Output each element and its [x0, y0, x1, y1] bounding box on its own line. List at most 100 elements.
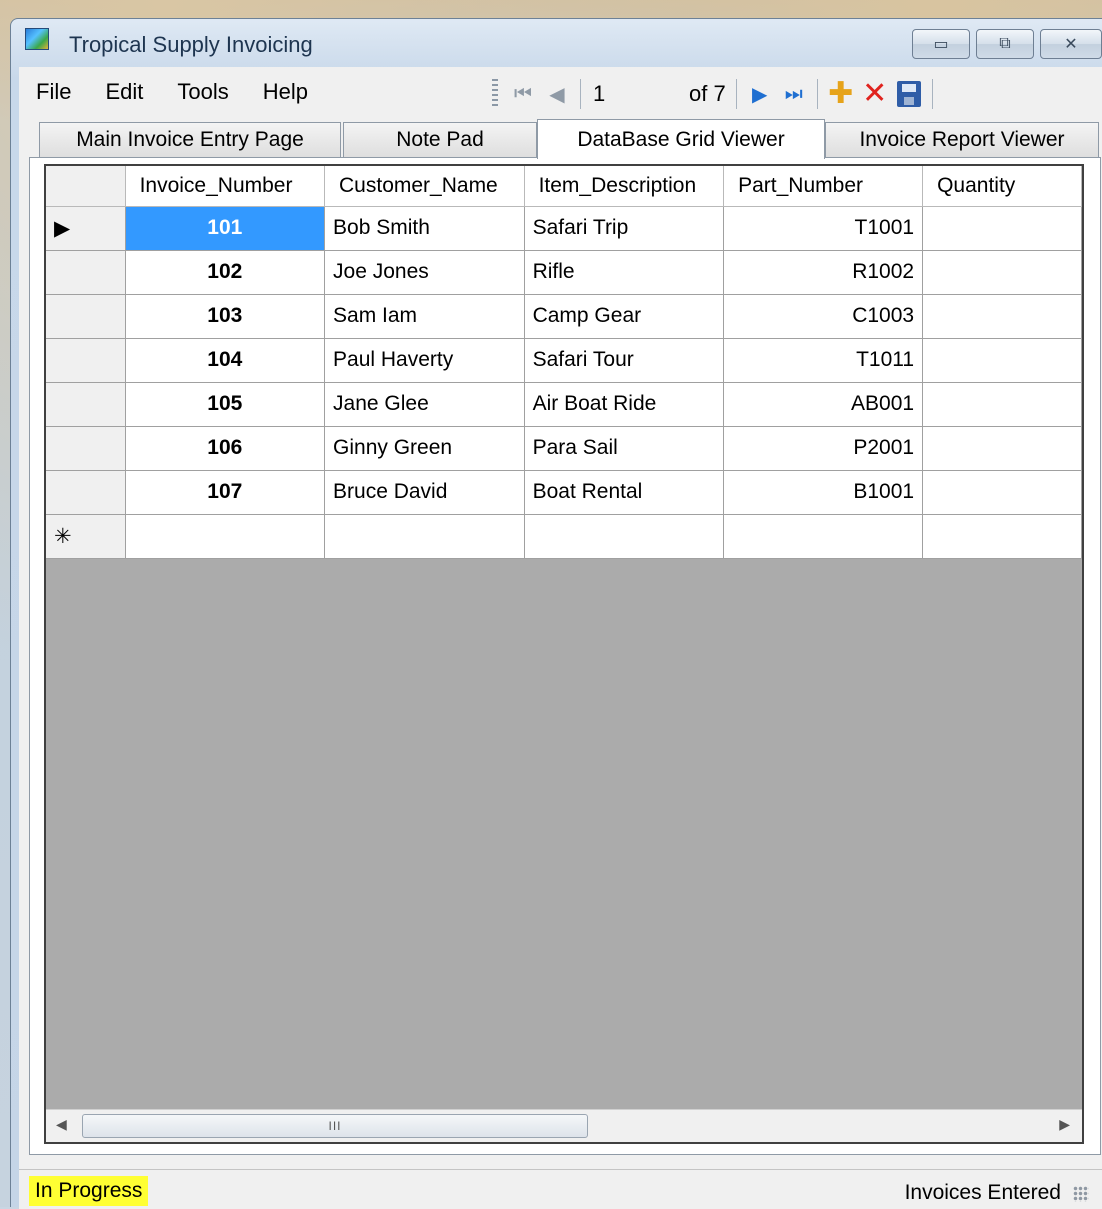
cell-part-number[interactable]: T1001 — [723, 206, 924, 251]
cell-customer-name[interactable]: Joe Jones — [324, 250, 525, 295]
column-header-invoice-number[interactable]: Invoice_Number — [125, 166, 326, 207]
column-header-quantity[interactable]: Quantity — [922, 166, 1082, 207]
table-row[interactable]: ▶ 101 Bob Smith Safari Trip T1001 — [46, 206, 1082, 251]
table-row[interactable]: 106 Ginny Green Para Sail P2001 — [46, 426, 1082, 471]
grid-header-row: Invoice_Number Customer_Name Item_Descri… — [46, 166, 1082, 207]
invoice-data-grid[interactable]: Invoice_Number Customer_Name Item_Descri… — [44, 164, 1084, 1144]
cell-quantity[interactable] — [922, 382, 1082, 427]
status-invoices-entered: Invoices Entered — [904, 1181, 1061, 1204]
status-in-progress: In Progress — [29, 1176, 149, 1206]
move-previous-button[interactable]: ◀ — [540, 77, 574, 111]
row-header[interactable] — [46, 426, 126, 471]
row-header[interactable] — [46, 250, 126, 295]
toolbar-separator — [931, 79, 933, 109]
delete-button[interactable]: ✕ — [858, 77, 892, 111]
cell-customer-name[interactable]: Bob Smith — [324, 206, 525, 251]
cell-customer-name[interactable]: Bruce David — [324, 470, 525, 515]
menu-tools[interactable]: Tools — [160, 79, 245, 105]
menu-file[interactable]: File — [19, 79, 88, 105]
cell-part-number[interactable]: B1001 — [723, 470, 924, 515]
cell-invoice-number[interactable]: 103 — [125, 294, 326, 339]
cell-part-number[interactable]: T1011 — [723, 338, 924, 383]
cell-part-number[interactable] — [723, 514, 924, 559]
cell-part-number[interactable]: AB001 — [723, 382, 924, 427]
maximize-button[interactable]: ⧉ — [976, 29, 1034, 59]
move-next-button[interactable]: ▶ — [743, 77, 777, 111]
grid-corner-header[interactable] — [46, 166, 126, 207]
cell-invoice-number[interactable]: 106 — [125, 426, 326, 471]
column-header-customer-name[interactable]: Customer_Name — [324, 166, 525, 207]
cell-item-description[interactable]: Air Boat Ride — [524, 382, 725, 427]
cell-quantity[interactable] — [922, 250, 1082, 295]
cell-part-number[interactable]: R1002 — [723, 250, 924, 295]
toolbar-grip[interactable] — [492, 79, 498, 109]
cell-item-description[interactable] — [524, 514, 725, 559]
cell-customer-name[interactable]: Sam Iam — [324, 294, 525, 339]
row-header[interactable] — [46, 470, 126, 515]
cell-invoice-number[interactable] — [125, 514, 326, 559]
position-input[interactable] — [587, 77, 683, 111]
horizontal-scrollbar[interactable]: ◀ III ▶ — [46, 1109, 1082, 1142]
table-row[interactable]: 104 Paul Haverty Safari Tour T1011 — [46, 338, 1082, 383]
cell-invoice-number[interactable]: 104 — [125, 338, 326, 383]
cell-item-description[interactable]: Rifle — [524, 250, 725, 295]
cell-item-description[interactable]: Safari Trip — [524, 206, 725, 251]
close-button[interactable]: ✕ — [1040, 29, 1102, 59]
cell-customer-name[interactable]: Ginny Green — [324, 426, 525, 471]
cell-item-description[interactable]: Camp Gear — [524, 294, 725, 339]
grid-table: Invoice_Number Customer_Name Item_Descri… — [46, 166, 1082, 559]
binding-navigator: ⏮ ◀ of 7 ▶ ⏭ ✚ ✕ — [484, 71, 1029, 117]
tab-note-pad[interactable]: Note Pad — [343, 122, 537, 157]
menu-help[interactable]: Help — [246, 79, 325, 105]
table-row[interactable]: 103 Sam Iam Camp Gear C1003 — [46, 294, 1082, 339]
cell-invoice-number[interactable]: 105 — [125, 382, 326, 427]
tab-main-invoice-entry[interactable]: Main Invoice Entry Page — [39, 122, 341, 157]
table-row[interactable]: 102 Joe Jones Rifle R1002 — [46, 250, 1082, 295]
move-first-icon: ⏮ — [514, 82, 532, 105]
menu-edit[interactable]: Edit — [88, 79, 160, 105]
cell-customer-name[interactable] — [324, 514, 525, 559]
move-first-button[interactable]: ⏮ — [506, 77, 540, 111]
minimize-icon: ▭ — [933, 36, 949, 53]
row-header[interactable] — [46, 338, 126, 383]
scroll-left-icon[interactable]: ◀ — [56, 1116, 67, 1133]
add-new-icon: ✚ — [828, 77, 854, 110]
scroll-thumb[interactable]: III — [82, 1114, 588, 1138]
resize-grip-icon[interactable] — [1073, 1186, 1089, 1202]
cell-customer-name[interactable]: Paul Haverty — [324, 338, 525, 383]
new-row[interactable]: ✳ — [46, 514, 1082, 559]
cell-invoice-number[interactable]: 107 — [125, 470, 326, 515]
move-last-button[interactable]: ⏭ — [777, 77, 811, 111]
column-header-item-description[interactable]: Item_Description — [524, 166, 725, 207]
save-button[interactable] — [892, 77, 926, 111]
title-bar[interactable]: Tropical Supply Invoicing ▭ ⧉ ✕ — [11, 19, 1102, 67]
cell-item-description[interactable]: Boat Rental — [524, 470, 725, 515]
row-header-new[interactable]: ✳ — [46, 514, 126, 559]
cell-item-description[interactable]: Safari Tour — [524, 338, 725, 383]
cell-quantity[interactable] — [922, 470, 1082, 515]
tab-database-grid-viewer[interactable]: DataBase Grid Viewer — [537, 119, 825, 159]
minimize-button[interactable]: ▭ — [912, 29, 970, 59]
cell-quantity[interactable] — [922, 294, 1082, 339]
cell-quantity[interactable] — [922, 206, 1082, 251]
row-header-current[interactable]: ▶ — [46, 206, 126, 251]
cell-quantity[interactable] — [922, 426, 1082, 471]
row-header[interactable] — [46, 294, 126, 339]
row-header[interactable] — [46, 382, 126, 427]
cell-quantity[interactable] — [922, 514, 1082, 559]
cell-quantity[interactable] — [922, 338, 1082, 383]
column-header-part-number[interactable]: Part_Number — [723, 166, 924, 207]
cell-invoice-number[interactable]: 101 — [125, 206, 326, 251]
table-row[interactable]: 107 Bruce David Boat Rental B1001 — [46, 470, 1082, 515]
cell-invoice-number[interactable]: 102 — [125, 250, 326, 295]
table-row[interactable]: 105 Jane Glee Air Boat Ride AB001 — [46, 382, 1082, 427]
tab-invoice-report-viewer[interactable]: Invoice Report Viewer — [825, 122, 1099, 157]
app-window: Tropical Supply Invoicing ▭ ⧉ ✕ File Edi… — [10, 18, 1102, 1209]
cell-item-description[interactable]: Para Sail — [524, 426, 725, 471]
status-bar: In Progress Invoices Entered — [19, 1169, 1102, 1209]
scroll-right-icon[interactable]: ▶ — [1059, 1116, 1070, 1133]
cell-part-number[interactable]: P2001 — [723, 426, 924, 471]
cell-customer-name[interactable]: Jane Glee — [324, 382, 525, 427]
cell-part-number[interactable]: C1003 — [723, 294, 924, 339]
add-new-button[interactable]: ✚ — [824, 77, 858, 111]
